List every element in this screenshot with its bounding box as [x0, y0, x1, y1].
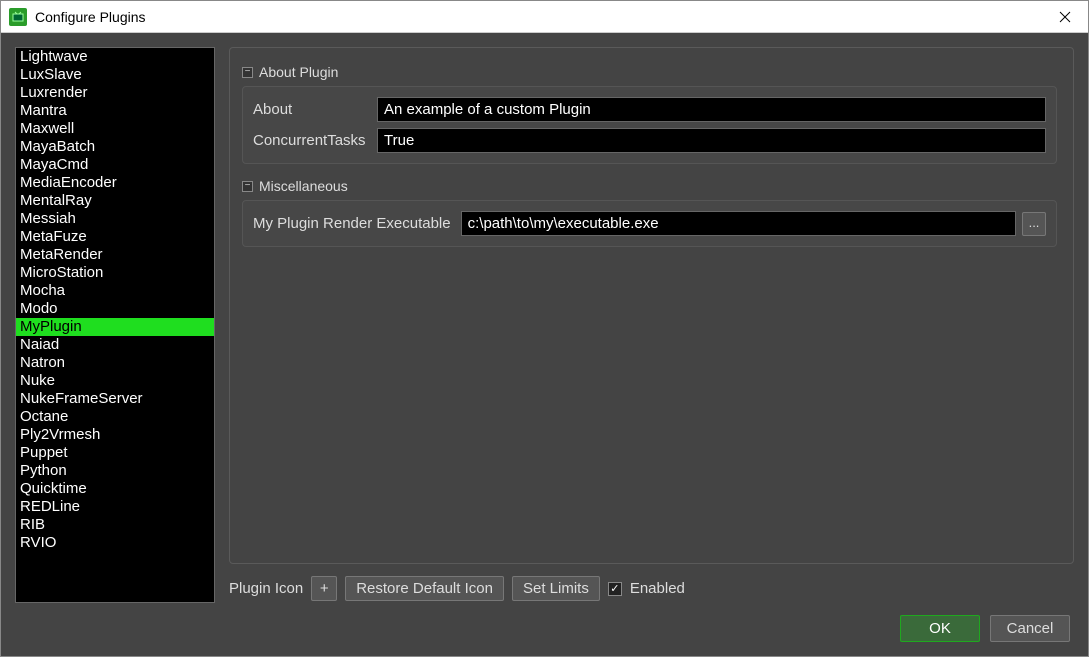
- plugin-item[interactable]: Ply2Vrmesh: [16, 426, 214, 444]
- plugin-item[interactable]: Luxrender: [16, 84, 214, 102]
- cancel-button[interactable]: Cancel: [990, 615, 1070, 642]
- enabled-checkbox[interactable]: ✓: [608, 582, 622, 596]
- close-button[interactable]: [1042, 1, 1088, 32]
- label-concurrent: ConcurrentTasks: [253, 132, 371, 149]
- plugin-item[interactable]: NukeFrameServer: [16, 390, 214, 408]
- plugin-item[interactable]: MayaCmd: [16, 156, 214, 174]
- section-body-about: About An example of a custom Plugin Conc…: [242, 86, 1057, 164]
- browse-button[interactable]: ...: [1022, 212, 1046, 236]
- enabled-label: Enabled: [630, 580, 685, 597]
- plugin-item[interactable]: MentalRay: [16, 192, 214, 210]
- main-row: LightwaveLuxSlaveLuxrenderMantraMaxwellM…: [15, 47, 1074, 603]
- plugin-item[interactable]: Messiah: [16, 210, 214, 228]
- plugin-item[interactable]: RVIO: [16, 534, 214, 552]
- plugin-item[interactable]: Quicktime: [16, 480, 214, 498]
- section-title-about: About Plugin: [259, 64, 338, 80]
- plugin-item[interactable]: Mocha: [16, 282, 214, 300]
- plugin-item[interactable]: RIB: [16, 516, 214, 534]
- section-header-misc[interactable]: − Miscellaneous: [242, 178, 1057, 194]
- row-concurrent: ConcurrentTasks True: [253, 128, 1046, 153]
- value-exec[interactable]: c:\path\to\my\executable.exe: [461, 211, 1016, 236]
- value-about[interactable]: An example of a custom Plugin: [377, 97, 1046, 122]
- app-icon: [9, 8, 27, 26]
- plugin-list-container: LightwaveLuxSlaveLuxrenderMantraMaxwellM…: [15, 47, 215, 603]
- row-about: About An example of a custom Plugin: [253, 97, 1046, 122]
- plugin-item[interactable]: Mantra: [16, 102, 214, 120]
- settings-panel: − About Plugin About An example of a cus…: [229, 47, 1074, 564]
- ok-button[interactable]: OK: [900, 615, 980, 642]
- plugin-item[interactable]: Python: [16, 462, 214, 480]
- plugin-item[interactable]: Natron: [16, 354, 214, 372]
- window-title: Configure Plugins: [35, 9, 1042, 25]
- collapse-icon[interactable]: −: [242, 67, 253, 78]
- plugin-item[interactable]: Naiad: [16, 336, 214, 354]
- plugin-item[interactable]: Nuke: [16, 372, 214, 390]
- set-limits-button[interactable]: Set Limits: [512, 576, 600, 601]
- add-icon-button[interactable]: +: [311, 576, 337, 601]
- label-about: About: [253, 101, 371, 118]
- configure-plugins-window: Configure Plugins LightwaveLuxSlaveLuxre…: [0, 0, 1089, 657]
- label-exec: My Plugin Render Executable: [253, 215, 455, 232]
- plugin-item[interactable]: MetaFuze: [16, 228, 214, 246]
- section-title-misc: Miscellaneous: [259, 178, 348, 194]
- plugin-item[interactable]: MetaRender: [16, 246, 214, 264]
- plugin-item[interactable]: REDLine: [16, 498, 214, 516]
- client-area: LightwaveLuxSlaveLuxrenderMantraMaxwellM…: [1, 33, 1088, 656]
- plugin-item[interactable]: Lightwave: [16, 48, 214, 66]
- plugin-item[interactable]: MediaEncoder: [16, 174, 214, 192]
- bottom-toolbar: Plugin Icon + Restore Default Icon Set L…: [229, 574, 1074, 603]
- section-body-misc: My Plugin Render Executable c:\path\to\m…: [242, 200, 1057, 247]
- plugin-item[interactable]: MyPlugin: [16, 318, 214, 336]
- plugin-item[interactable]: Puppet: [16, 444, 214, 462]
- close-icon: [1059, 11, 1071, 23]
- row-exec: My Plugin Render Executable c:\path\to\m…: [253, 211, 1046, 236]
- section-header-about[interactable]: − About Plugin: [242, 64, 1057, 80]
- right-pane: − About Plugin About An example of a cus…: [229, 47, 1074, 603]
- plugin-item[interactable]: Maxwell: [16, 120, 214, 138]
- plugin-item[interactable]: LuxSlave: [16, 66, 214, 84]
- plugin-icon-label: Plugin Icon: [229, 580, 303, 597]
- restore-default-icon-button[interactable]: Restore Default Icon: [345, 576, 504, 601]
- plugin-item[interactable]: MayaBatch: [16, 138, 214, 156]
- value-concurrent[interactable]: True: [377, 128, 1046, 153]
- plugin-item[interactable]: Modo: [16, 300, 214, 318]
- collapse-icon[interactable]: −: [242, 181, 253, 192]
- plugin-item[interactable]: Octane: [16, 408, 214, 426]
- plugin-list[interactable]: LightwaveLuxSlaveLuxrenderMantraMaxwellM…: [16, 48, 214, 602]
- titlebar: Configure Plugins: [1, 1, 1088, 33]
- dialog-buttons: OK Cancel: [15, 615, 1074, 642]
- plugin-item[interactable]: MicroStation: [16, 264, 214, 282]
